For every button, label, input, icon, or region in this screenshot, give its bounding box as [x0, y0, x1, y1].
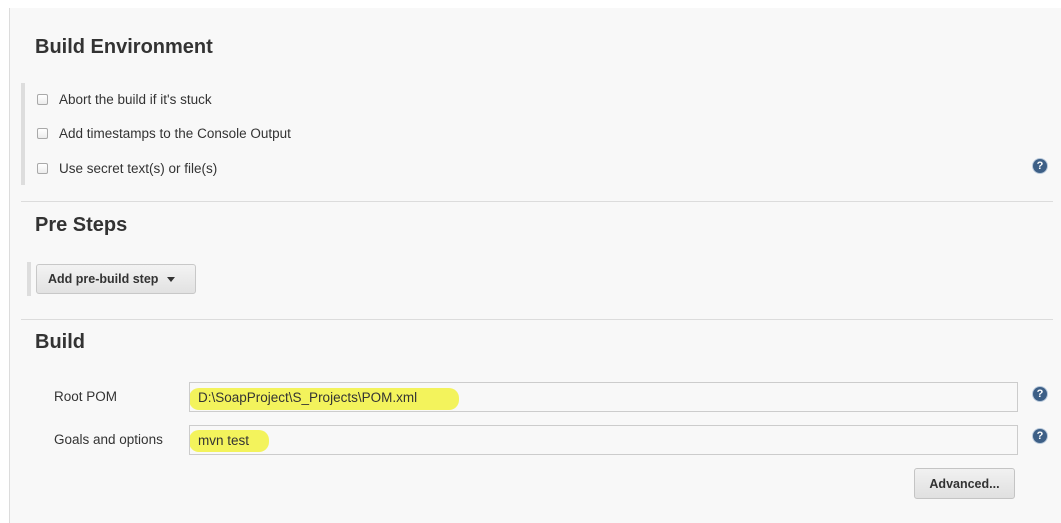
pre-steps-accent: [27, 262, 31, 296]
add-pre-build-step-label: Add pre-build step: [48, 272, 159, 286]
section-divider: [21, 201, 1053, 202]
pre-steps-title: Pre Steps: [35, 214, 128, 236]
advanced-button[interactable]: Advanced...: [914, 468, 1015, 499]
timestamps-label: Add timestamps to the Console Output: [59, 125, 291, 141]
option-secret-files[interactable]: Use secret text(s) or file(s): [37, 158, 217, 178]
goals-options-label: Goals and options: [54, 432, 163, 447]
option-timestamps[interactable]: Add timestamps to the Console Output: [37, 123, 291, 143]
config-panel: Build Environment Abort the build if it'…: [9, 8, 1061, 523]
root-pom-input[interactable]: [189, 382, 1018, 412]
option-abort-stuck[interactable]: Abort the build if it's stuck: [37, 89, 212, 109]
build-environment-accent: [21, 83, 25, 185]
secret-files-label: Use secret text(s) or file(s): [59, 160, 218, 176]
goals-options-input[interactable]: [189, 425, 1018, 455]
build-title: Build: [35, 331, 85, 353]
goals-options-help-icon[interactable]: ?: [1033, 429, 1047, 443]
root-pom-help-icon[interactable]: ?: [1033, 387, 1047, 401]
section-divider: [21, 319, 1053, 320]
root-pom-label: Root POM: [54, 389, 118, 404]
caret-down-icon: [167, 276, 176, 282]
abort-stuck-label: Abort the build if it's stuck: [59, 91, 212, 107]
add-pre-build-step-button[interactable]: Add pre-build step: [36, 264, 196, 294]
secret-files-help-icon[interactable]: ?: [1033, 159, 1047, 173]
build-environment-title: Build Environment: [35, 36, 213, 58]
timestamps-checkbox[interactable]: [37, 127, 48, 139]
abort-stuck-checkbox[interactable]: [37, 93, 48, 105]
secret-files-checkbox[interactable]: [37, 162, 48, 174]
